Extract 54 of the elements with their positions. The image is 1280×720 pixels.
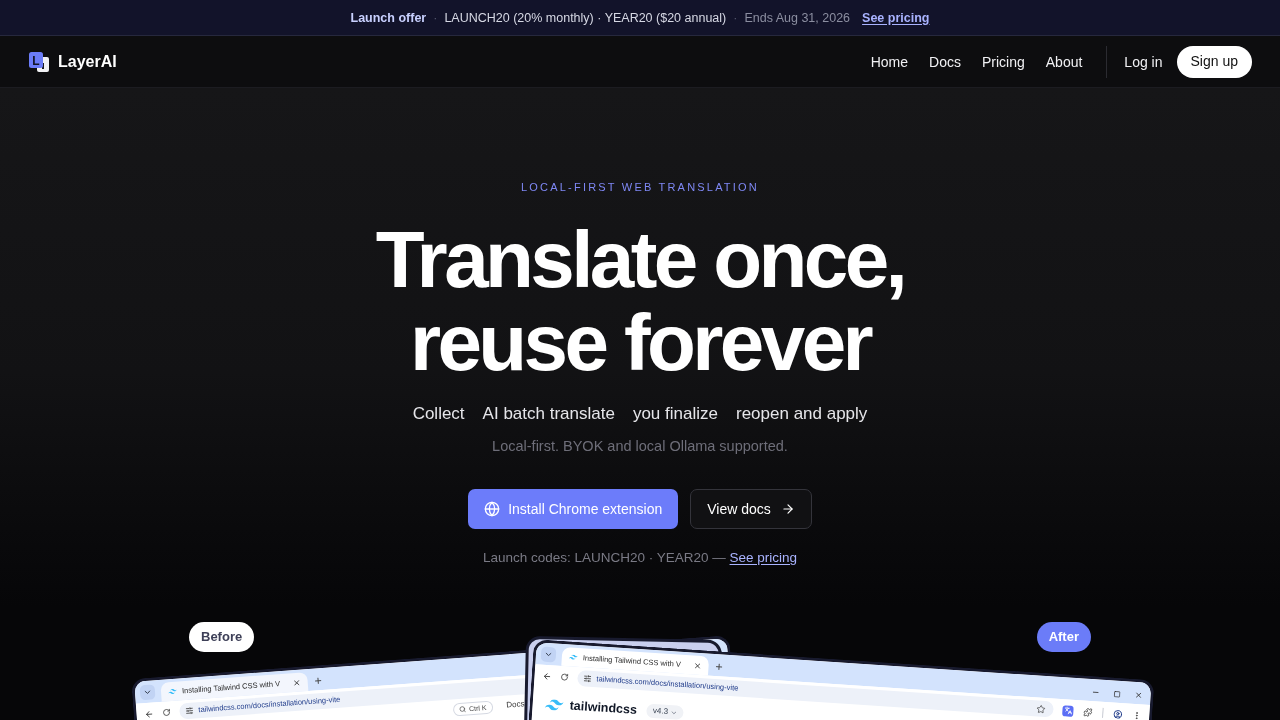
login-link[interactable]: Log in bbox=[1124, 52, 1163, 71]
reload-icon bbox=[560, 672, 569, 682]
hero-heading: Translate once, reuse forever bbox=[375, 218, 905, 384]
close-icon bbox=[292, 678, 302, 687]
version-selector[interactable]: v4.3 bbox=[646, 703, 684, 720]
separator-dot: · bbox=[433, 9, 438, 26]
offer-codes-text: LAUNCH20 (20% monthly) · YEAR20 ($20 annual) bbox=[444, 9, 727, 26]
nav-link[interactable]: Docs bbox=[929, 52, 961, 71]
translate-extension-icon bbox=[1062, 704, 1074, 717]
wave-logo-icon bbox=[544, 698, 565, 711]
plus-icon bbox=[313, 675, 324, 686]
launch-codes-text: Launch codes: LAUNCH20 · YEAR20 — See pricing bbox=[482, 549, 798, 567]
wave-logo-icon bbox=[167, 688, 178, 695]
before-label: Before bbox=[189, 622, 255, 652]
brand-name[interactable]: LayerAI bbox=[58, 51, 117, 72]
eyebrow-text: LOCAL-FIRST WEB TRANSLATION bbox=[521, 180, 759, 194]
separator-dot: · bbox=[733, 9, 738, 26]
pricing-link[interactable]: See pricing bbox=[729, 550, 798, 565]
nav-link[interactable]: About bbox=[1045, 52, 1083, 71]
install-extension-button[interactable]: Install Chrome extension bbox=[468, 489, 679, 529]
site-settings-icon bbox=[583, 674, 592, 683]
close-icon bbox=[693, 661, 703, 670]
nav-link[interactable]: Pricing bbox=[981, 52, 1025, 71]
docs-link[interactable]: Docs bbox=[506, 698, 526, 712]
close-icon bbox=[1134, 690, 1143, 700]
chevron-down-icon bbox=[540, 646, 557, 663]
chevron-down-icon bbox=[139, 684, 156, 701]
pricing-link[interactable]: See pricing bbox=[862, 9, 930, 26]
globe-icon bbox=[484, 501, 501, 517]
step-label: you finalize bbox=[632, 403, 718, 425]
step-label: Collect bbox=[412, 403, 465, 425]
back-arrow-icon bbox=[144, 708, 154, 719]
view-docs-button[interactable]: View docs bbox=[690, 489, 812, 529]
reload-icon bbox=[162, 708, 171, 717]
offer-label: Launch offer bbox=[350, 9, 427, 26]
profile-icon bbox=[1113, 709, 1123, 719]
support-note: Local-first. BYOK and local Ollama supported. bbox=[492, 437, 788, 456]
site-name: tailwindcss bbox=[569, 697, 638, 718]
nav-link[interactable]: Home bbox=[870, 52, 909, 71]
arrow-right-icon bbox=[780, 502, 795, 516]
star-icon bbox=[1036, 703, 1046, 714]
back-arrow-icon bbox=[542, 671, 552, 681]
signup-button[interactable]: Sign up bbox=[1176, 45, 1252, 78]
plus-icon bbox=[714, 662, 725, 672]
search-icon bbox=[458, 705, 467, 714]
step-label: reopen and apply bbox=[735, 403, 868, 425]
wave-logo-icon bbox=[568, 654, 579, 660]
maximize-icon bbox=[1113, 690, 1121, 698]
offer-end-date: Ends Aug 31, 2026 bbox=[744, 9, 851, 26]
site-settings-icon bbox=[185, 706, 194, 716]
step-label: AI batch translate bbox=[482, 403, 615, 425]
chevron-down-icon bbox=[669, 708, 678, 717]
after-label: After bbox=[1036, 622, 1091, 652]
puzzle-icon bbox=[1083, 707, 1093, 717]
